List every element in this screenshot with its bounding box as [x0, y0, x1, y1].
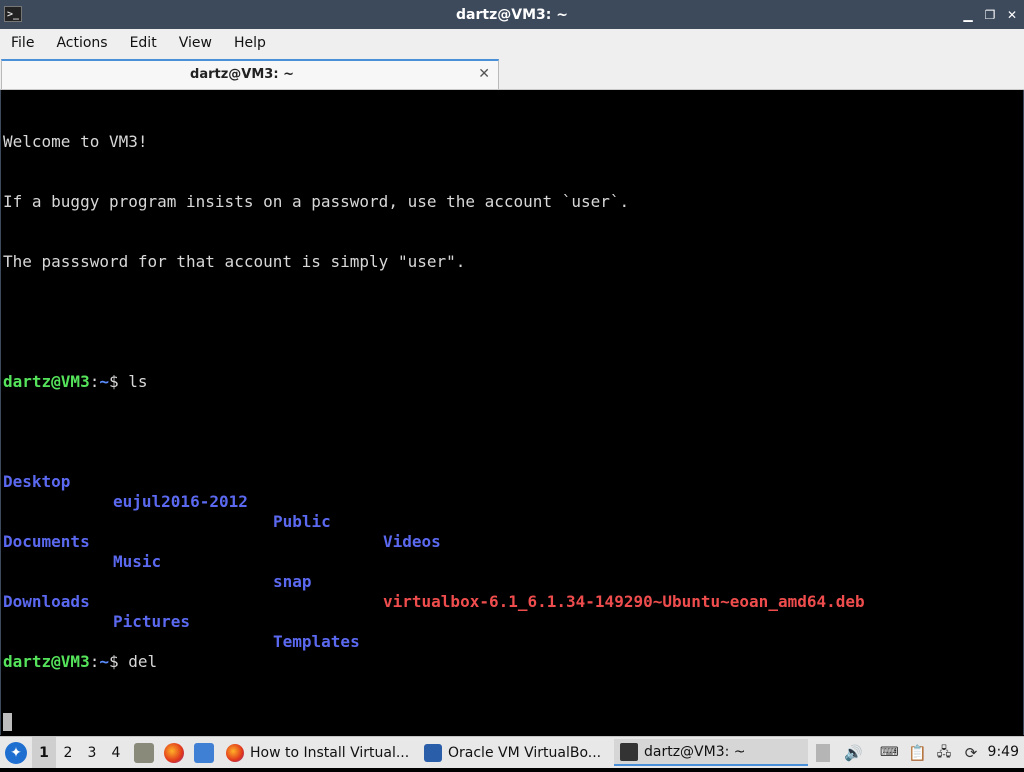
network-icon[interactable]: 🖧	[935, 744, 953, 762]
menu-actions[interactable]: Actions	[45, 29, 118, 57]
prompt-user: dartz@VM3	[3, 372, 90, 391]
task-label: How to Install Virtual...	[250, 744, 410, 761]
task-label: dartz@VM3: ~	[644, 743, 746, 760]
taskbar: ✦ 1 2 3 4 How to Install Virtual... Orac…	[0, 736, 1024, 768]
task-virtualbox[interactable]: Oracle VM VirtualBo...	[418, 739, 610, 766]
window-title: dartz@VM3: ~	[456, 6, 568, 23]
file-manager-icon[interactable]	[134, 743, 154, 763]
window-titlebar[interactable]: >_ dartz@VM3: ~ ▁ ❐ ✕	[0, 0, 1024, 29]
prompt-path: ~	[99, 652, 109, 671]
minimize-button[interactable]: ▁	[962, 8, 974, 22]
terminal-output: Welcome to VM3! If a buggy program insis…	[3, 92, 865, 772]
cursor-line	[3, 712, 629, 732]
volume-icon[interactable]: 🔊	[844, 744, 863, 762]
task-firefox[interactable]: How to Install Virtual...	[220, 739, 412, 766]
start-menu-icon[interactable]: ✦	[5, 742, 27, 764]
close-button[interactable]: ✕	[1006, 8, 1018, 22]
menu-view[interactable]: View	[168, 29, 223, 57]
welcome-line-1: Welcome to VM3!	[3, 132, 148, 151]
firefox-icon	[226, 743, 244, 762]
prompt-line-1: dartz@VM3:~$ ls	[3, 372, 629, 392]
terminal-view[interactable]: Welcome to VM3! If a buggy program insis…	[0, 90, 1024, 735]
clock[interactable]: 9:49	[988, 737, 1019, 768]
prompt-separator: :	[89, 372, 100, 391]
show-desktop-icon[interactable]	[194, 743, 214, 763]
terminal-app-icon[interactable]: >_	[4, 6, 22, 22]
tab-terminal[interactable]: dartz@VM3: ~ ✕	[1, 59, 499, 89]
ls-entry: Templates	[273, 632, 360, 651]
ls-row: Downloads Pictures Templates	[3, 572, 629, 651]
keyboard-icon[interactable]: ⌨	[880, 744, 899, 762]
ls-entry: Desktop	[3, 472, 71, 491]
ls-entry: Videos	[383, 532, 441, 551]
menu-file[interactable]: File	[0, 29, 45, 57]
welcome-line-3: The passsword for that account is simply…	[3, 252, 466, 271]
welcome-line-2: If a buggy program insists on a password…	[3, 192, 630, 211]
ls-entry-deb-file: virtualbox-6.1_6.1.34-149290~Ubuntu~eoan…	[383, 592, 865, 611]
command-text: ls	[128, 372, 148, 391]
prompt-line-2: dartz@VM3:~$ del	[3, 652, 629, 672]
ls-entry: Documents	[3, 532, 90, 551]
ls-entry: Pictures	[113, 612, 191, 631]
command-text: del	[128, 652, 158, 671]
ls-entry: Music	[113, 552, 162, 571]
desktop-2-button[interactable]: 2	[56, 737, 80, 768]
firefox-launcher-icon[interactable]	[164, 743, 184, 763]
menu-bar: File Actions Edit View Help	[0, 29, 1024, 57]
desktop-4-button[interactable]: 4	[104, 737, 128, 768]
scroll-indicator-icon[interactable]	[816, 744, 830, 762]
virtualbox-icon	[424, 743, 442, 762]
desktop-3-button[interactable]: 3	[80, 737, 104, 768]
window-controls: ▁ ❐ ✕	[962, 0, 1018, 29]
task-terminal[interactable]: dartz@VM3: ~	[614, 739, 808, 766]
prompt-path: ~	[99, 372, 109, 391]
task-label: Oracle VM VirtualBo...	[448, 744, 602, 761]
prompt-separator: :	[89, 652, 100, 671]
terminal-icon	[620, 742, 638, 761]
prompt-dollar: $	[108, 652, 129, 671]
menu-edit[interactable]: Edit	[119, 29, 168, 57]
desktop-1-button[interactable]: 1	[32, 737, 56, 768]
ls-entry: eujul2016-2012	[113, 492, 248, 511]
ls-row: Documents Music snap virtualbox-6.1_6.1.…	[3, 512, 865, 611]
menu-help[interactable]: Help	[223, 29, 277, 57]
update-icon[interactable]: ⟳	[962, 744, 980, 762]
tab-close-icon[interactable]: ✕	[478, 65, 490, 83]
prompt-dollar: $	[108, 372, 129, 391]
ls-row: Desktop eujul2016-2012 Public Videos	[3, 452, 629, 551]
tab-bar: dartz@VM3: ~ ✕	[0, 57, 1024, 90]
terminal-cursor	[3, 713, 12, 731]
tab-label: dartz@VM3: ~	[190, 67, 294, 82]
ls-entry: Downloads	[3, 592, 90, 611]
restore-button[interactable]: ❐	[984, 8, 996, 22]
clipboard-icon[interactable]: 📋	[908, 744, 927, 762]
